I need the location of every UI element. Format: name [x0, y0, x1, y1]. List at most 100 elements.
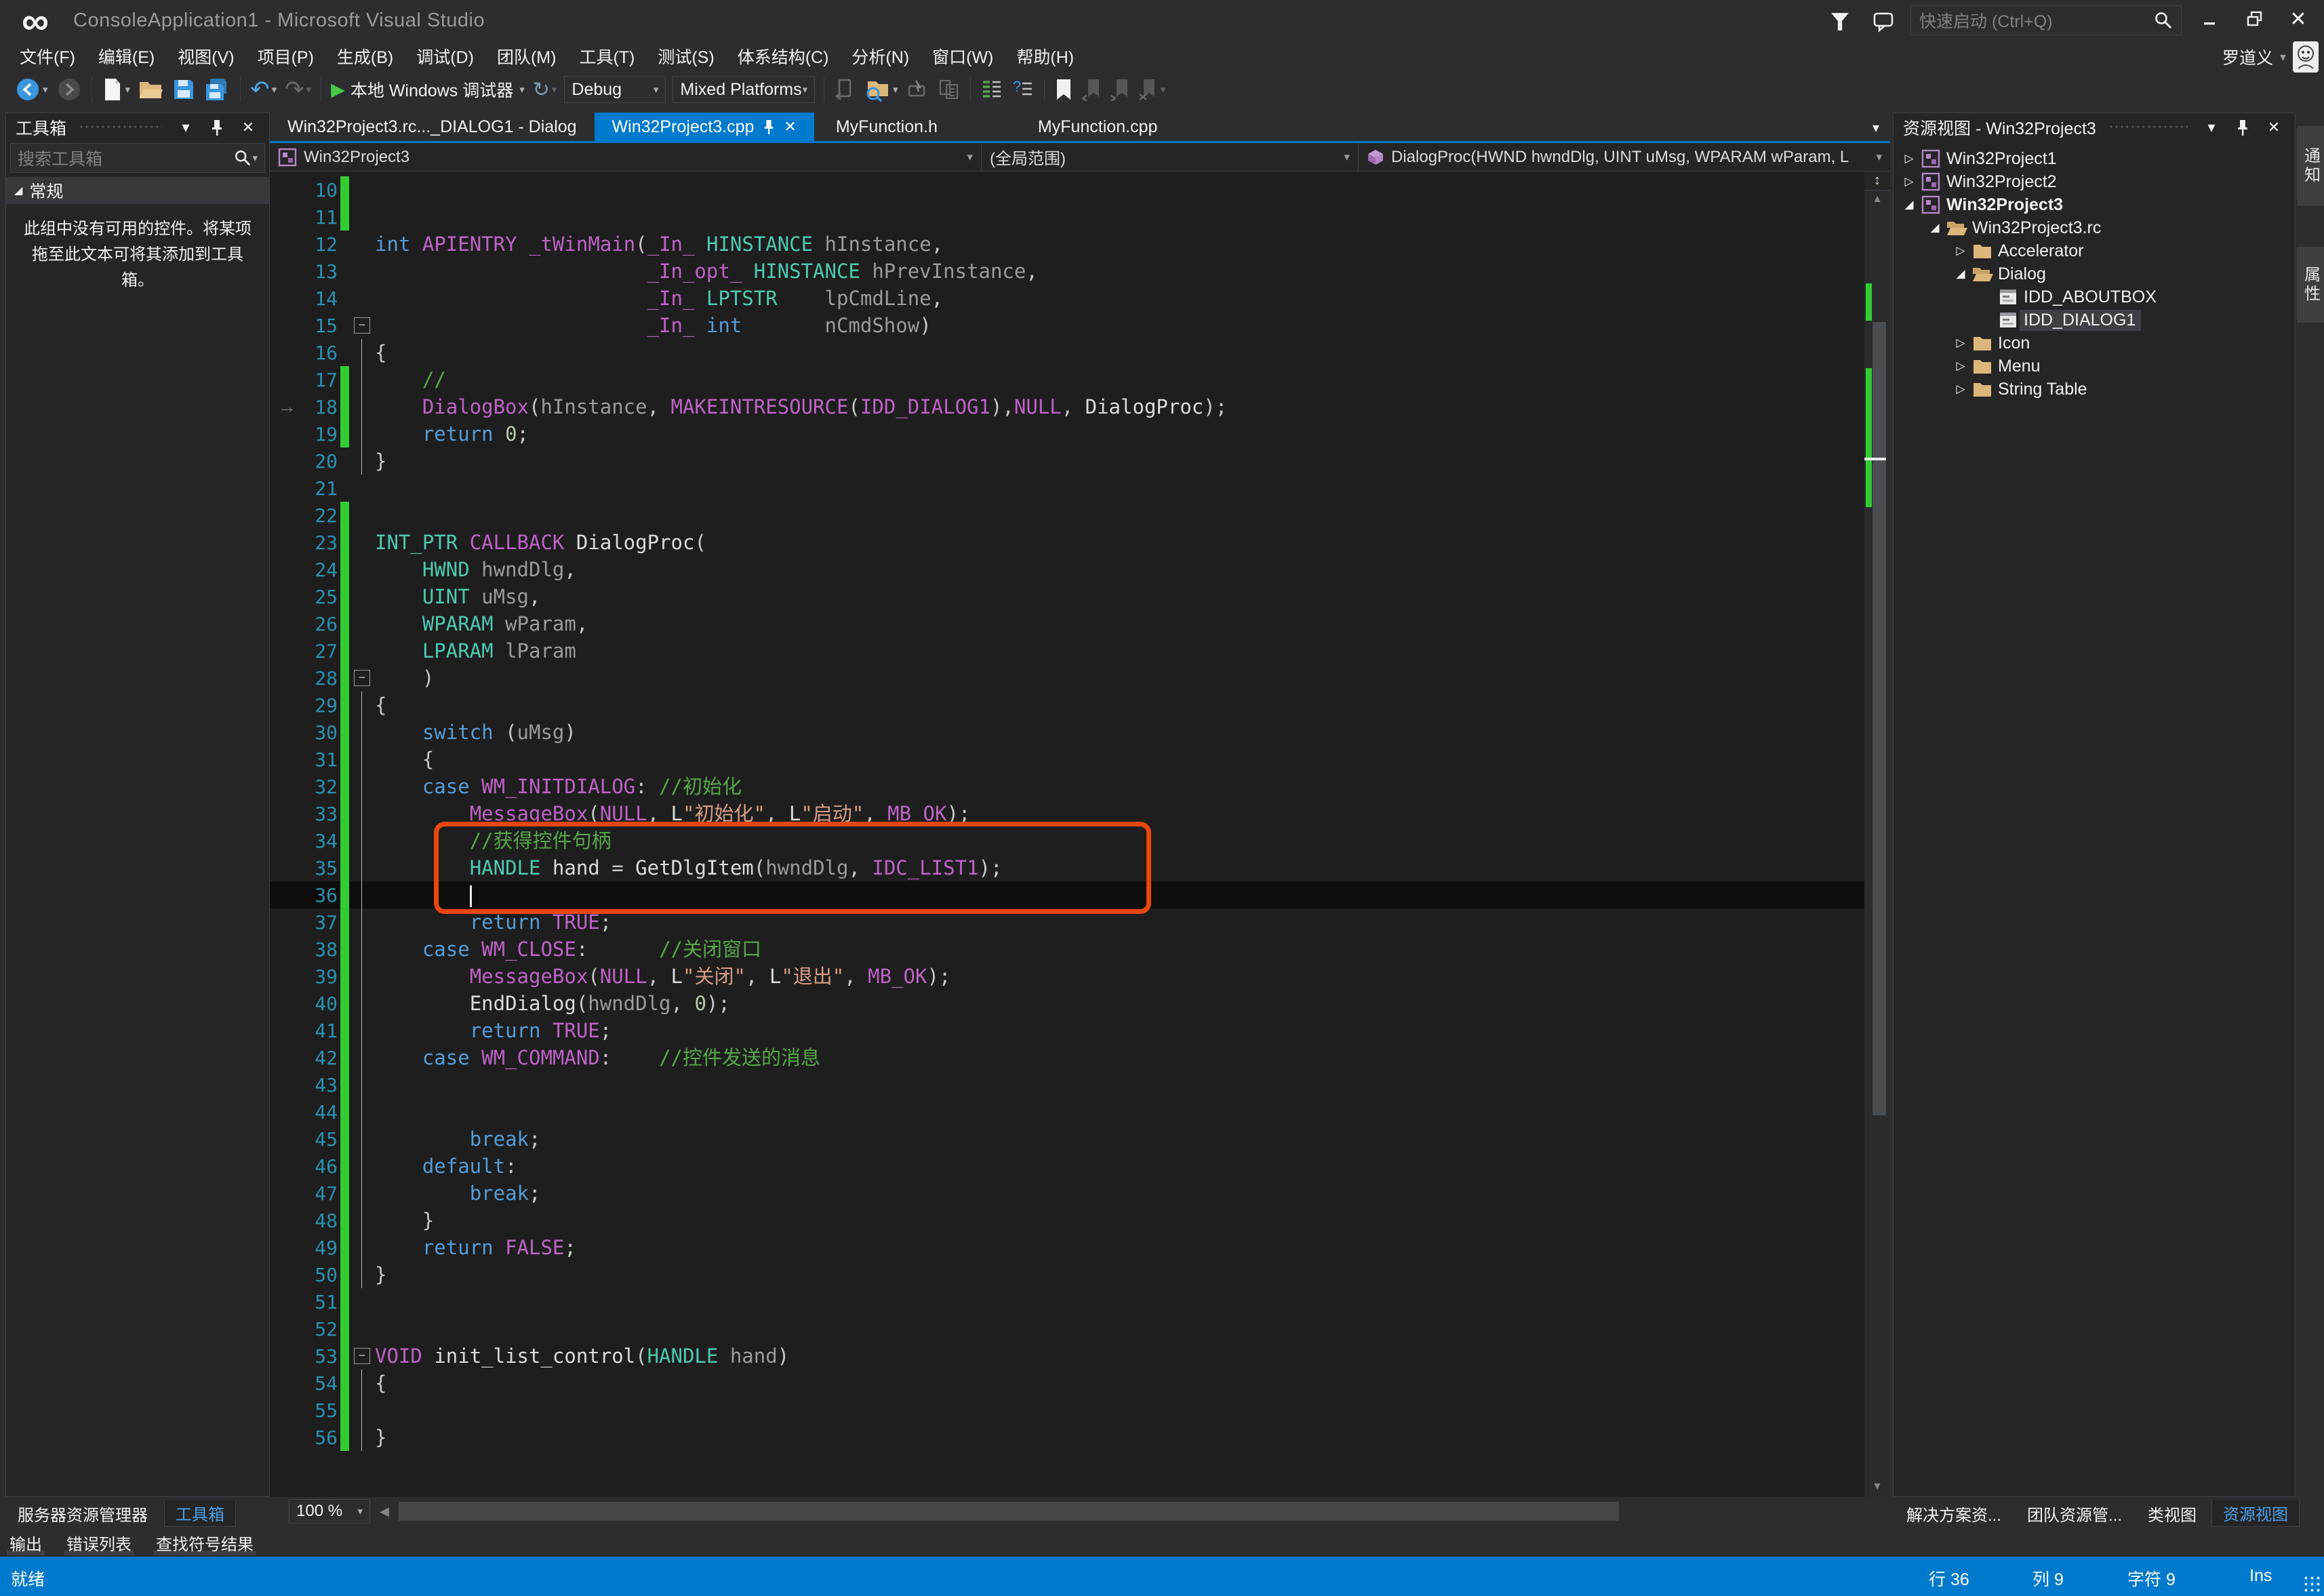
code-line-35[interactable]: 35 HANDLE hand = GetDlgItem(hwndDlg, IDC…: [270, 854, 1864, 881]
scroll-down-icon[interactable]: ▼: [1864, 1478, 1890, 1496]
panel-drag-grip[interactable]: [79, 124, 162, 131]
code-line-23[interactable]: 23INT_PTR CALLBACK DialogProc(: [270, 529, 1864, 556]
refresh-button[interactable]: ↻▾: [529, 75, 561, 104]
code-line-48[interactable]: 48 }: [270, 1207, 1864, 1234]
parameter-info-icon[interactable]: ?: [1007, 75, 1039, 104]
code-line-55[interactable]: 55: [270, 1397, 1864, 1424]
dock-tab-toolbox[interactable]: 工具箱: [164, 1500, 236, 1527]
code-line-42[interactable]: 42 case WM_COMMAND: //控件发送的消息: [270, 1044, 1864, 1071]
tree-item-win32project3-rc[interactable]: ◢Win32Project3.rc: [1894, 216, 2295, 239]
menu-item-f[interactable]: 文件(F): [8, 40, 87, 73]
code-line-14[interactable]: 14 _In_ LPTSTR lpCmdLine,: [270, 285, 1864, 312]
toolbox-section-general[interactable]: ◢ 常规: [6, 177, 269, 204]
menu-item-h[interactable]: 帮助(H): [1005, 40, 1085, 73]
dock-tab-team-explorer[interactable]: 团队资源管...: [2016, 1500, 2133, 1527]
collapsed-arrow-icon[interactable]: ▷: [1950, 359, 1971, 373]
tab-myfunction-cpp[interactable]: MyFunction.cpp: [1020, 113, 1175, 141]
code-line-45[interactable]: 45 break;: [270, 1125, 1864, 1153]
pin-icon[interactable]: [2231, 119, 2254, 136]
collapsed-arrow-icon[interactable]: ▷: [1950, 382, 1971, 396]
panel-drag-grip[interactable]: [2108, 124, 2188, 131]
splitter-handle-icon[interactable]: ↕: [1864, 172, 1890, 191]
code-line-24[interactable]: 24 HWND hwndDlg,: [270, 556, 1864, 583]
expanded-arrow-icon[interactable]: ◢: [1950, 267, 1971, 281]
pin-icon[interactable]: [205, 119, 228, 136]
code-line-38[interactable]: 38 case WM_CLOSE: //关闭窗口: [270, 936, 1864, 963]
tree-item-win32project3[interactable]: ◢Win32Project3: [1894, 193, 2295, 216]
horizontal-scrollbar-thumb[interactable]: [399, 1502, 1619, 1521]
resize-grip[interactable]: [2304, 1576, 2321, 1593]
menu-item-d[interactable]: 调试(D): [405, 40, 485, 73]
code-line-50[interactable]: 50}: [270, 1261, 1864, 1288]
save-icon[interactable]: [168, 75, 199, 104]
feedback-filter-icon[interactable]: [1825, 7, 1855, 37]
user-account-area[interactable]: 罗道义 ▾: [2222, 41, 2319, 73]
code-line-21[interactable]: 21: [270, 475, 1864, 502]
code-line-53[interactable]: 53−VOID init_list_control(HANDLE hand): [270, 1342, 1864, 1370]
code-line-33[interactable]: 33 MessageBox(NULL, L"初始化", L"启动", MB_OK…: [270, 800, 1864, 827]
code-line-47[interactable]: 47 break;: [270, 1180, 1864, 1207]
code-line-17[interactable]: 17 //: [270, 366, 1864, 393]
bookmark-icon[interactable]: [1050, 75, 1077, 104]
toolbox-search-input[interactable]: 搜索工具箱 ▾: [10, 143, 265, 173]
line-indicator-arrow[interactable]: →: [270, 396, 304, 418]
menu-item-s[interactable]: 测试(S): [646, 40, 725, 73]
tree-item-string-table[interactable]: ▷String Table: [1894, 378, 2295, 401]
collapsed-arrow-icon[interactable]: ▷: [1950, 244, 1971, 258]
find-in-files-button[interactable]: ▾: [861, 75, 902, 104]
search-icon[interactable]: [234, 149, 252, 167]
attach-process-icon[interactable]: [830, 75, 861, 104]
pin-icon[interactable]: [762, 119, 776, 135]
code-line-39[interactable]: 39 MessageBox(NULL, L"关闭", L"退出", MB_OK)…: [270, 963, 1864, 990]
code-line-28[interactable]: 28− ): [270, 664, 1864, 692]
code-line-49[interactable]: 49 return FALSE;: [270, 1234, 1864, 1261]
menu-item-e[interactable]: 编辑(E): [87, 40, 166, 73]
code-line-54[interactable]: 54{: [270, 1370, 1864, 1397]
code-line-25[interactable]: 25 UINT uMsg,: [270, 583, 1864, 610]
scrollbar-thumb[interactable]: [1872, 322, 1886, 1115]
menu-item-v[interactable]: 视图(V): [166, 40, 245, 73]
menu-item-c[interactable]: 体系结构(C): [726, 40, 841, 73]
code-line-16[interactable]: 16{: [270, 339, 1864, 366]
collapsed-arrow-icon[interactable]: ▷: [1899, 175, 1919, 188]
menu-item-b[interactable]: 生成(B): [325, 40, 405, 73]
code-line-22[interactable]: 22: [270, 502, 1864, 529]
redo-button[interactable]: ↷▾: [281, 75, 315, 104]
code-line-56[interactable]: 56}: [270, 1424, 1864, 1451]
avatar[interactable]: [2293, 41, 2319, 73]
dock-tab-server-explorer[interactable]: 服务器资源管理器: [7, 1500, 159, 1527]
collapse-minus-icon[interactable]: −: [354, 1348, 370, 1364]
toolbox-header[interactable]: 工具箱 ▾ ✕: [6, 113, 269, 142]
tab-win32project3-rc----dialog1---dialog[interactable]: Win32Project3.rc..._DIALOG1 - Dialog: [270, 113, 595, 141]
new-file-button[interactable]: ▾: [98, 75, 135, 104]
collapse-minus-icon[interactable]: −: [354, 317, 370, 334]
dock-tab-class-view[interactable]: 类视图: [2137, 1500, 2207, 1527]
tree-item-accelerator[interactable]: ▷Accelerator: [1894, 239, 2295, 262]
open-folder-button[interactable]: [134, 75, 168, 104]
code-line-20[interactable]: 20}: [270, 447, 1864, 475]
chevron-down-icon[interactable]: ▾: [252, 152, 258, 164]
list-members-icon[interactable]: [976, 75, 1007, 104]
code-line-10[interactable]: 10: [270, 176, 1864, 203]
nav-back-button[interactable]: ▾: [11, 75, 52, 104]
fold-collapse-box[interactable]: −: [349, 312, 375, 339]
code-line-18[interactable]: →18 DialogBox(hInstance, MAKEINTRESOURCE…: [270, 393, 1864, 420]
tree-item-win32project2[interactable]: ▷Win32Project2: [1894, 170, 2295, 193]
debugger-label[interactable]: 本地 Windows 调试器: [350, 77, 513, 102]
tree-item-dialog[interactable]: ◢Dialog: [1894, 262, 2295, 285]
solution-platform-combo[interactable]: Mixed Platforms▾: [673, 76, 815, 103]
menu-item-m[interactable]: 团队(M): [485, 40, 567, 73]
code-line-30[interactable]: 30 switch (uMsg): [270, 719, 1864, 746]
project-dropdown[interactable]: Win32Project3 ▾: [270, 143, 982, 171]
tab-win32project3-cpp[interactable]: Win32Project3.cpp✕: [595, 113, 814, 141]
start-debug-button[interactable]: ▶ 本地 Windows 调试器 ▾: [327, 75, 529, 104]
member-dropdown[interactable]: DialogProc(HWND hwndDlg, UINT uMsg, WPAR…: [1359, 143, 1890, 171]
tree-item-menu[interactable]: ▷Menu: [1894, 355, 2295, 378]
restore-button[interactable]: [2236, 3, 2274, 35]
solution-config-combo[interactable]: Debug▾: [564, 76, 666, 103]
dock-tab-find-symbol-results[interactable]: 查找符号结果: [153, 1528, 256, 1555]
window-position-icon[interactable]: ▾: [2200, 119, 2223, 136]
dock-tab-error-list[interactable]: 错误列表: [64, 1528, 134, 1555]
zoom-level-select[interactable]: 100 % ▾: [289, 1499, 370, 1523]
tree-item-idd-dialog1[interactable]: IDD_DIALOG1: [1894, 308, 2295, 332]
